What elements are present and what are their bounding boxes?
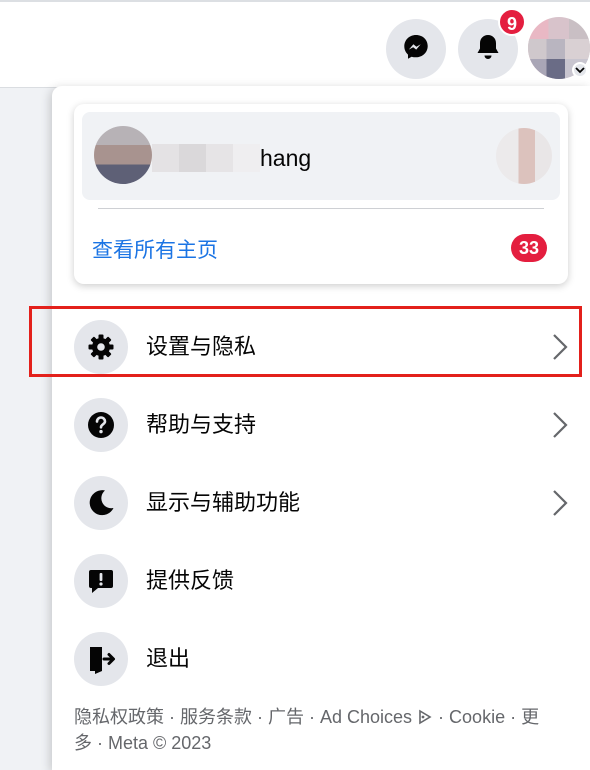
messenger-icon	[401, 32, 431, 67]
menu-item-give-feedback[interactable]: 提供反馈	[72, 546, 572, 616]
logout-icon	[74, 632, 128, 686]
avatar-pixel-row	[528, 39, 590, 59]
chevron-right-icon	[550, 488, 570, 518]
highlight-annotation	[29, 306, 582, 377]
profile-avatar	[94, 126, 152, 184]
view-all-pages-link[interactable]: 查看所有主页	[92, 234, 218, 264]
profile-card: hang 查看所有主页 33	[74, 104, 568, 284]
name-redaction	[152, 144, 260, 172]
footer-links: 隐私权政策 · 服务条款 · 广告 · Ad Choices · Cookie …	[74, 704, 574, 756]
footer-line-1: 隐私权政策 · 服务条款 · 广告 · Ad Choices · Cookie …	[74, 704, 574, 730]
profile-name: hang	[260, 145, 312, 171]
menu-item-label: 显示与辅助功能	[146, 490, 301, 515]
footer-links-text[interactable]: 隐私权政策 · 服务条款 · 广告 · Ad Choices	[74, 707, 417, 727]
footer-line-2[interactable]: 多 · Meta © 2023	[74, 730, 574, 756]
divider	[98, 208, 544, 209]
menu-item-label: 退出	[146, 646, 191, 671]
bell-icon	[474, 32, 502, 67]
account-menu-panel: hang 查看所有主页 33 设置与隐私 帮助与支持 显示与辅助功能 提供反馈 …	[52, 86, 590, 770]
menu-item-help-support[interactable]: 帮助与支持	[72, 390, 572, 460]
question-icon	[74, 398, 128, 452]
footer-links-text[interactable]: · Cookie · 更	[433, 707, 539, 727]
messenger-button[interactable]	[386, 19, 446, 79]
profile-row[interactable]: hang	[82, 112, 560, 200]
moon-icon	[74, 476, 128, 530]
chevron-right-icon	[550, 410, 570, 440]
feedback-icon	[74, 554, 128, 608]
profile-switch-avatar[interactable]	[496, 128, 552, 184]
ad-choices-icon[interactable]	[417, 707, 433, 727]
notification-badge: 9	[498, 8, 527, 36]
menu-item-label: 帮助与支持	[146, 412, 257, 437]
menu-item-log-out[interactable]: 退出	[72, 624, 572, 694]
menu-item-label: 提供反馈	[146, 568, 235, 593]
pages-count-badge: 33	[511, 234, 547, 262]
menu-item-display-accessibility[interactable]: 显示与辅助功能	[72, 468, 572, 538]
chevron-down-icon[interactable]	[572, 62, 588, 78]
